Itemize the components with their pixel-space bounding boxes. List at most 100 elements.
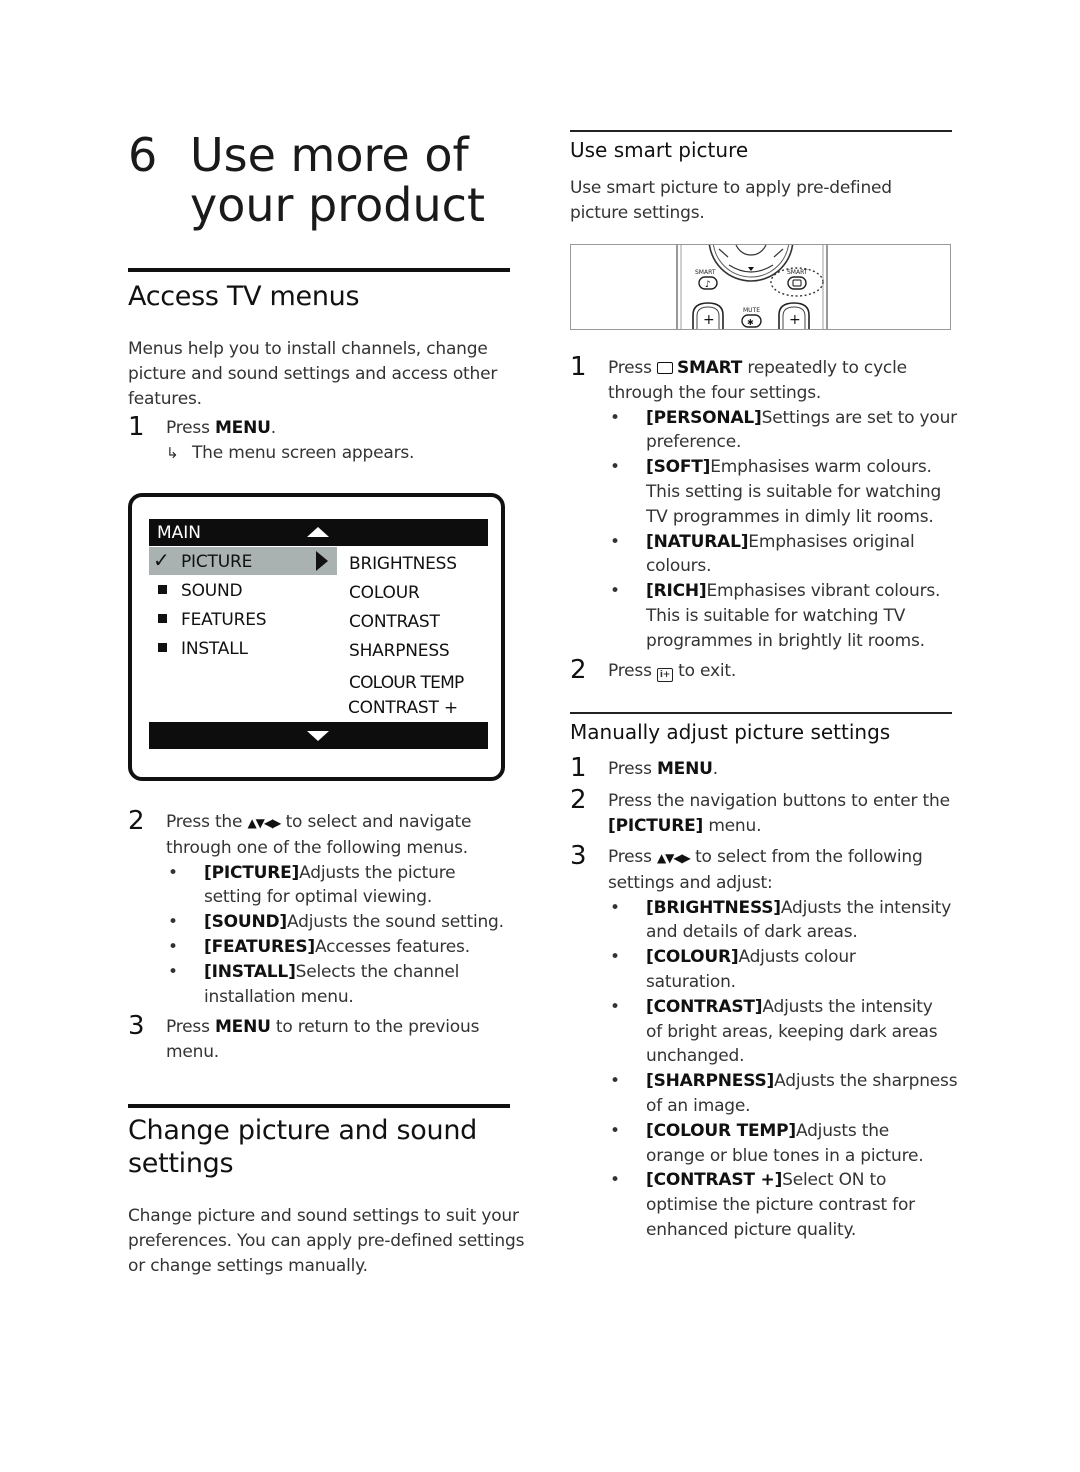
option-key: [INSTALL] (204, 961, 296, 982)
text-line: Menus help you to install channels, chan… (128, 339, 488, 359)
text: of bright areas, keeping dark areas (646, 1021, 938, 1042)
menu-item-install[interactable]: INSTALL (149, 635, 337, 661)
square-bullet-icon (158, 614, 167, 623)
text: to select and navigate (280, 812, 472, 832)
heading-line: Change picture and sound (128, 1115, 477, 1146)
bullet-item: • [CONTRAST +]Select ON to optimise the pi… (608, 1168, 958, 1242)
bullet-icon: • (168, 912, 178, 933)
submenu-item-contrast[interactable]: CONTRAST (349, 611, 440, 633)
text: This setting is suitable for watching (646, 481, 942, 502)
text: Accesses features. (314, 936, 470, 957)
step-number: 2 (128, 806, 145, 836)
text-line: Change picture and sound settings to sui… (128, 1206, 519, 1226)
text: Adjusts the (795, 1120, 890, 1141)
text: Press (608, 759, 657, 779)
chapter-title: Use more of your product (190, 130, 530, 230)
text-line: settings and adjust: (608, 872, 773, 893)
heading-line: settings (128, 1148, 234, 1179)
menu-key: MENU (214, 418, 271, 438)
square-bullet-icon (158, 585, 167, 594)
option-key: [RICH] (646, 581, 707, 602)
text: Emphasises warm colours. (710, 457, 932, 478)
text-line: through the four settings. (608, 382, 822, 403)
text: unchanged. (646, 1046, 745, 1067)
bullet-icon: • (610, 996, 620, 1017)
option-key: [SOUND] (204, 912, 287, 933)
smart-picture-button (787, 276, 807, 290)
option-key: [SOFT] (646, 457, 711, 478)
svg-text:✱: ✱ (747, 318, 754, 327)
section-divider (570, 712, 952, 714)
text: . (712, 759, 718, 779)
step-number: 3 (570, 841, 587, 871)
option-key: [COLOUR TEMP] (646, 1120, 796, 1141)
text: to select from the following (689, 847, 923, 867)
text: Select ON to (782, 1170, 887, 1191)
svg-text:+: + (789, 312, 801, 328)
text: Press (166, 1017, 215, 1037)
submenu-item-colour-temp[interactable]: COLOUR TEMP (349, 672, 464, 694)
bullet-item: • [CONTRAST]Adjusts the intensity of brigh… (608, 995, 958, 1069)
text: Selects the channel (295, 961, 460, 982)
menu-item-picture[interactable]: ✓ PICTURE (149, 547, 337, 575)
text: . (270, 418, 276, 438)
text: Press (166, 418, 215, 438)
navigation-arrows-icon: ▲▼◀▶ (656, 851, 691, 865)
option-key: [COLOUR] (646, 947, 739, 968)
bullet-icon: • (610, 407, 620, 428)
section-heading-access-tv-menus: Access TV menus (128, 281, 360, 312)
submenu-item-contrast-plus[interactable]: CONTRAST + (348, 697, 458, 719)
menu-key: MENU (214, 1017, 271, 1037)
menu-item-sound[interactable]: SOUND (149, 577, 337, 603)
text: Emphasises original (748, 531, 915, 552)
section-heading-change-settings: Change picture and sound settings (128, 1114, 477, 1180)
submenu-item-colour[interactable]: COLOUR (349, 582, 420, 604)
bullet-item: • [NATURAL]Emphasises original colours. (608, 530, 958, 580)
navigation-arrows-icon: ▲▼◀▶ (247, 816, 281, 830)
smart-sound-label: SMART (695, 269, 716, 276)
bullet-item: • [INSTALL]Selects the channel installatio… (166, 960, 526, 1010)
down-arrow-icon (748, 267, 754, 271)
option-key: [NATURAL] (646, 531, 749, 552)
menu-footer-bar (149, 722, 488, 749)
mute-label: MUTE (743, 307, 760, 314)
text-line: features. (128, 388, 202, 409)
bullet-item: • [PERSONAL]Settings are set to your prefe… (608, 406, 958, 456)
down-arrow-icon (307, 731, 329, 741)
text: to return to the previous (270, 1017, 480, 1037)
text: saturation. (646, 971, 736, 992)
text: preference. (646, 432, 742, 453)
menu-item-label: SOUND (181, 581, 243, 601)
text: Press (608, 358, 657, 378)
submenu-item-sharpness[interactable]: SHARPNESS (349, 640, 450, 662)
bullet-item: • [FEATURES]Accesses features. (166, 935, 526, 960)
bullet-icon: • (610, 1170, 620, 1191)
menu-key: [PICTURE] (608, 815, 704, 836)
submenu-item-brightness[interactable]: BRIGHTNESS (349, 553, 457, 575)
menu-header-bar: MAIN (149, 519, 488, 546)
text: Adjusts the sound setting. (286, 912, 504, 933)
text-line: preferences. You can apply pre-defined s… (128, 1230, 525, 1251)
step-number: 1 (128, 412, 145, 442)
text: repeatedly to cycle (742, 358, 907, 378)
option-key: [BRIGHTNESS] (646, 897, 781, 918)
text: setting for optimal viewing. (204, 887, 433, 908)
bullet-icon: • (610, 1071, 620, 1092)
checkmark-icon: ✓ (153, 548, 170, 572)
step-number: 2 (570, 655, 587, 685)
chapter-number: 6 (128, 128, 158, 182)
menu-item-features[interactable]: FEATURES (149, 606, 337, 632)
text-line: or change settings manually. (128, 1255, 368, 1276)
text: TV programmes in dimly lit rooms. (646, 506, 934, 527)
section-heading-smart-picture: Use smart picture (570, 138, 749, 162)
text: installation menu. (204, 986, 354, 1007)
text: Settings are set to your (761, 407, 958, 428)
bullet-item: • [SOFT]Emphasises warm colours. This sett… (608, 455, 958, 529)
bullet-icon: • (610, 457, 620, 478)
change-settings-intro: Change picture and sound settings to sui… (128, 1204, 528, 1278)
bullet-item: • [BRIGHTNESS]Adjusts the intensity and de… (608, 896, 958, 946)
text: orange or blue tones in a picture. (646, 1145, 924, 1166)
text-line: Use smart picture to apply pre-defined (570, 178, 892, 198)
info-exit-icon: i+ (656, 668, 673, 682)
step-number: 1 (570, 352, 587, 382)
